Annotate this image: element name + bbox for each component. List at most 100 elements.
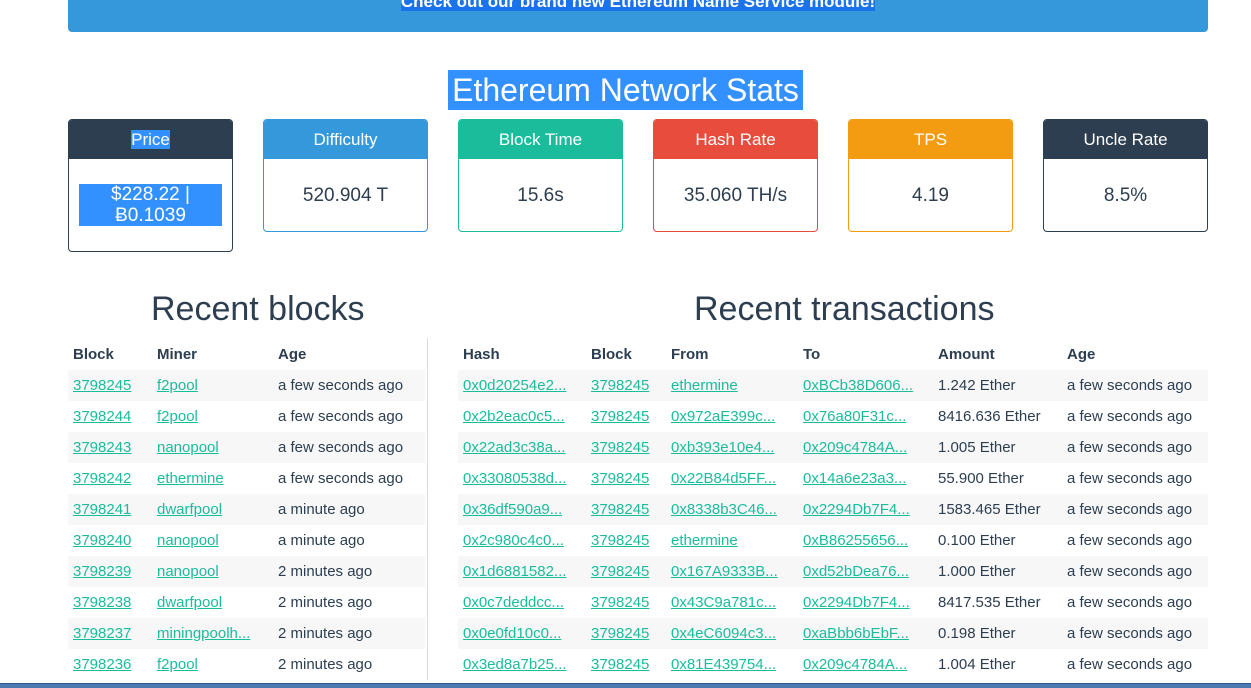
block-link[interactable]: 3798245 bbox=[591, 563, 649, 580]
cell-block: 3798245 bbox=[586, 649, 666, 680]
block-link[interactable]: 3798242 bbox=[73, 470, 131, 487]
cell-to: 0x209c4784A... bbox=[798, 649, 933, 680]
block-link[interactable]: 3798239 bbox=[73, 563, 131, 580]
hash-link[interactable]: 0x22ad3c38a... bbox=[463, 439, 566, 456]
hash-link[interactable]: 0x3ed8a7b25... bbox=[463, 656, 566, 673]
block-link[interactable]: 3798236 bbox=[73, 656, 131, 673]
from-link[interactable]: 0xb393e10e4... bbox=[671, 439, 774, 456]
to-link[interactable]: 0xB86255656... bbox=[803, 532, 908, 549]
recent-transactions-title: Recent transactions bbox=[694, 290, 995, 328]
miner-link[interactable]: nanopool bbox=[157, 439, 219, 456]
block-link[interactable]: 3798245 bbox=[73, 377, 131, 394]
hash-link[interactable]: 0x1d6881582... bbox=[463, 563, 566, 580]
block-link[interactable]: 3798241 bbox=[73, 501, 131, 518]
block-row: 3798244 f2pool a few seconds ago bbox=[68, 401, 425, 432]
block-link[interactable]: 3798245 bbox=[591, 625, 649, 642]
hash-link[interactable]: 0x33080538d... bbox=[463, 470, 566, 487]
age-text: a minute ago bbox=[278, 532, 365, 549]
block-link[interactable]: 3798240 bbox=[73, 532, 131, 549]
to-link[interactable]: 0xaBbb6bEbF... bbox=[803, 625, 909, 642]
from-link[interactable]: 0x22B84d5FF... bbox=[671, 470, 776, 487]
cell-miner: ethermine bbox=[152, 463, 273, 494]
miner-link[interactable]: nanopool bbox=[157, 563, 219, 580]
cell-age: a few seconds ago bbox=[1062, 649, 1208, 680]
block-link[interactable]: 3798245 bbox=[591, 501, 649, 518]
age-text: a few seconds ago bbox=[278, 439, 404, 456]
miner-link[interactable]: f2pool bbox=[157, 408, 198, 425]
miner-link[interactable]: miningpoolh... bbox=[157, 625, 250, 642]
cell-amount: 55.900 Ether bbox=[933, 463, 1062, 494]
block-link[interactable]: 3798245 bbox=[591, 377, 649, 394]
hash-link[interactable]: 0x2c980c4c0... bbox=[463, 532, 564, 549]
age-text: a few seconds ago bbox=[1067, 377, 1193, 394]
from-link[interactable]: 0x4eC6094c3... bbox=[671, 625, 776, 642]
transaction-row: 0x0d20254e2... 3798245 ethermine 0xBCb38D60… bbox=[458, 370, 1208, 401]
block-link[interactable]: 3798245 bbox=[591, 439, 649, 456]
miner-link[interactable]: f2pool bbox=[157, 377, 198, 394]
miner-link[interactable]: f2pool bbox=[157, 656, 198, 673]
block-row: 3798237 miningpoolh... 2 minutes ago bbox=[68, 618, 425, 649]
cell-miner: nanopool bbox=[152, 432, 273, 463]
age-text: 2 minutes ago bbox=[278, 594, 373, 611]
hash-link[interactable]: 0x0c7deddcc... bbox=[463, 594, 564, 611]
miner-link[interactable]: dwarfpool bbox=[157, 501, 222, 518]
block-row: 3798243 nanopool a few seconds ago bbox=[68, 432, 425, 463]
hash-link[interactable]: 0x2b2eac0c5... bbox=[463, 408, 565, 425]
from-link[interactable]: 0x8338b3C46... bbox=[671, 501, 777, 518]
block-link[interactable]: 3798245 bbox=[591, 594, 649, 611]
cell-to: 0xBCb38D606... bbox=[798, 370, 933, 401]
cell-age: 2 minutes ago bbox=[273, 556, 425, 587]
to-link[interactable]: 0x2294Db7F4... bbox=[803, 501, 910, 518]
amount-text: 1.242 Ether bbox=[938, 377, 1016, 394]
miner-link[interactable]: ethermine bbox=[157, 470, 224, 487]
block-link[interactable]: 3798238 bbox=[73, 594, 131, 611]
to-link[interactable]: 0x76a80F31c... bbox=[803, 408, 906, 425]
cell-block: 3798240 bbox=[68, 525, 152, 556]
cell-to: 0x76a80F31c... bbox=[798, 401, 933, 432]
cell-age: a few seconds ago bbox=[273, 401, 425, 432]
age-text: a few seconds ago bbox=[1067, 532, 1193, 549]
cell-amount: 1.000 Ether bbox=[933, 556, 1062, 587]
block-link[interactable]: 3798245 bbox=[591, 408, 649, 425]
stat-card-difficulty: Difficulty 520.904 T bbox=[263, 119, 428, 232]
cell-miner: f2pool bbox=[152, 370, 273, 401]
block-link[interactable]: 3798245 bbox=[591, 532, 649, 549]
cell-block: 3798245 bbox=[586, 370, 666, 401]
hash-link[interactable]: 0x0e0fd10c0... bbox=[463, 625, 561, 642]
cell-from: 0x22B84d5FF... bbox=[666, 463, 798, 494]
cell-age: a few seconds ago bbox=[273, 370, 425, 401]
block-link[interactable]: 3798245 bbox=[591, 470, 649, 487]
from-link[interactable]: ethermine bbox=[671, 532, 738, 549]
block-row: 3798240 nanopool a minute ago bbox=[68, 525, 425, 556]
cell-age: a few seconds ago bbox=[1062, 401, 1208, 432]
from-link[interactable]: 0x81E439754... bbox=[671, 656, 776, 673]
from-link[interactable]: 0x972aE399c... bbox=[671, 408, 775, 425]
to-link[interactable]: 0x209c4784A... bbox=[803, 439, 907, 456]
banner-text[interactable]: Check out our brand new Ethereum Name Se… bbox=[400, 0, 876, 11]
cell-block: 3798245 bbox=[586, 401, 666, 432]
stat-value-text: 35.060 TH/s bbox=[683, 184, 788, 206]
from-link[interactable]: ethermine bbox=[671, 377, 738, 394]
block-link[interactable]: 3798245 bbox=[591, 656, 649, 673]
hash-link[interactable]: 0x0d20254e2... bbox=[463, 377, 566, 394]
cell-amount: 8417.535 Ether bbox=[933, 587, 1062, 618]
to-link[interactable]: 0x14a6e23a3... bbox=[803, 470, 906, 487]
block-link[interactable]: 3798244 bbox=[73, 408, 131, 425]
to-link[interactable]: 0x209c4784A... bbox=[803, 656, 907, 673]
table-header-row: Hash Block From To Amount Age bbox=[458, 339, 1208, 370]
hash-link[interactable]: 0x36df590a9... bbox=[463, 501, 562, 518]
from-link[interactable]: 0x167A9333B... bbox=[671, 563, 778, 580]
cell-block: 3798236 bbox=[68, 649, 152, 680]
from-link[interactable]: 0x43C9a781c... bbox=[671, 594, 776, 611]
miner-link[interactable]: dwarfpool bbox=[157, 594, 222, 611]
to-link[interactable]: 0xd52bDea76... bbox=[803, 563, 909, 580]
block-link[interactable]: 3798237 bbox=[73, 625, 131, 642]
cell-block: 3798243 bbox=[68, 432, 152, 463]
to-link[interactable]: 0xBCb38D606... bbox=[803, 377, 913, 394]
block-row: 3798242 ethermine a few seconds ago bbox=[68, 463, 425, 494]
age-text: a few seconds ago bbox=[278, 470, 404, 487]
to-link[interactable]: 0x2294Db7F4... bbox=[803, 594, 910, 611]
miner-link[interactable]: nanopool bbox=[157, 532, 219, 549]
announcement-banner[interactable]: Check out our brand new Ethereum Name Se… bbox=[68, 0, 1208, 32]
block-link[interactable]: 3798243 bbox=[73, 439, 131, 456]
